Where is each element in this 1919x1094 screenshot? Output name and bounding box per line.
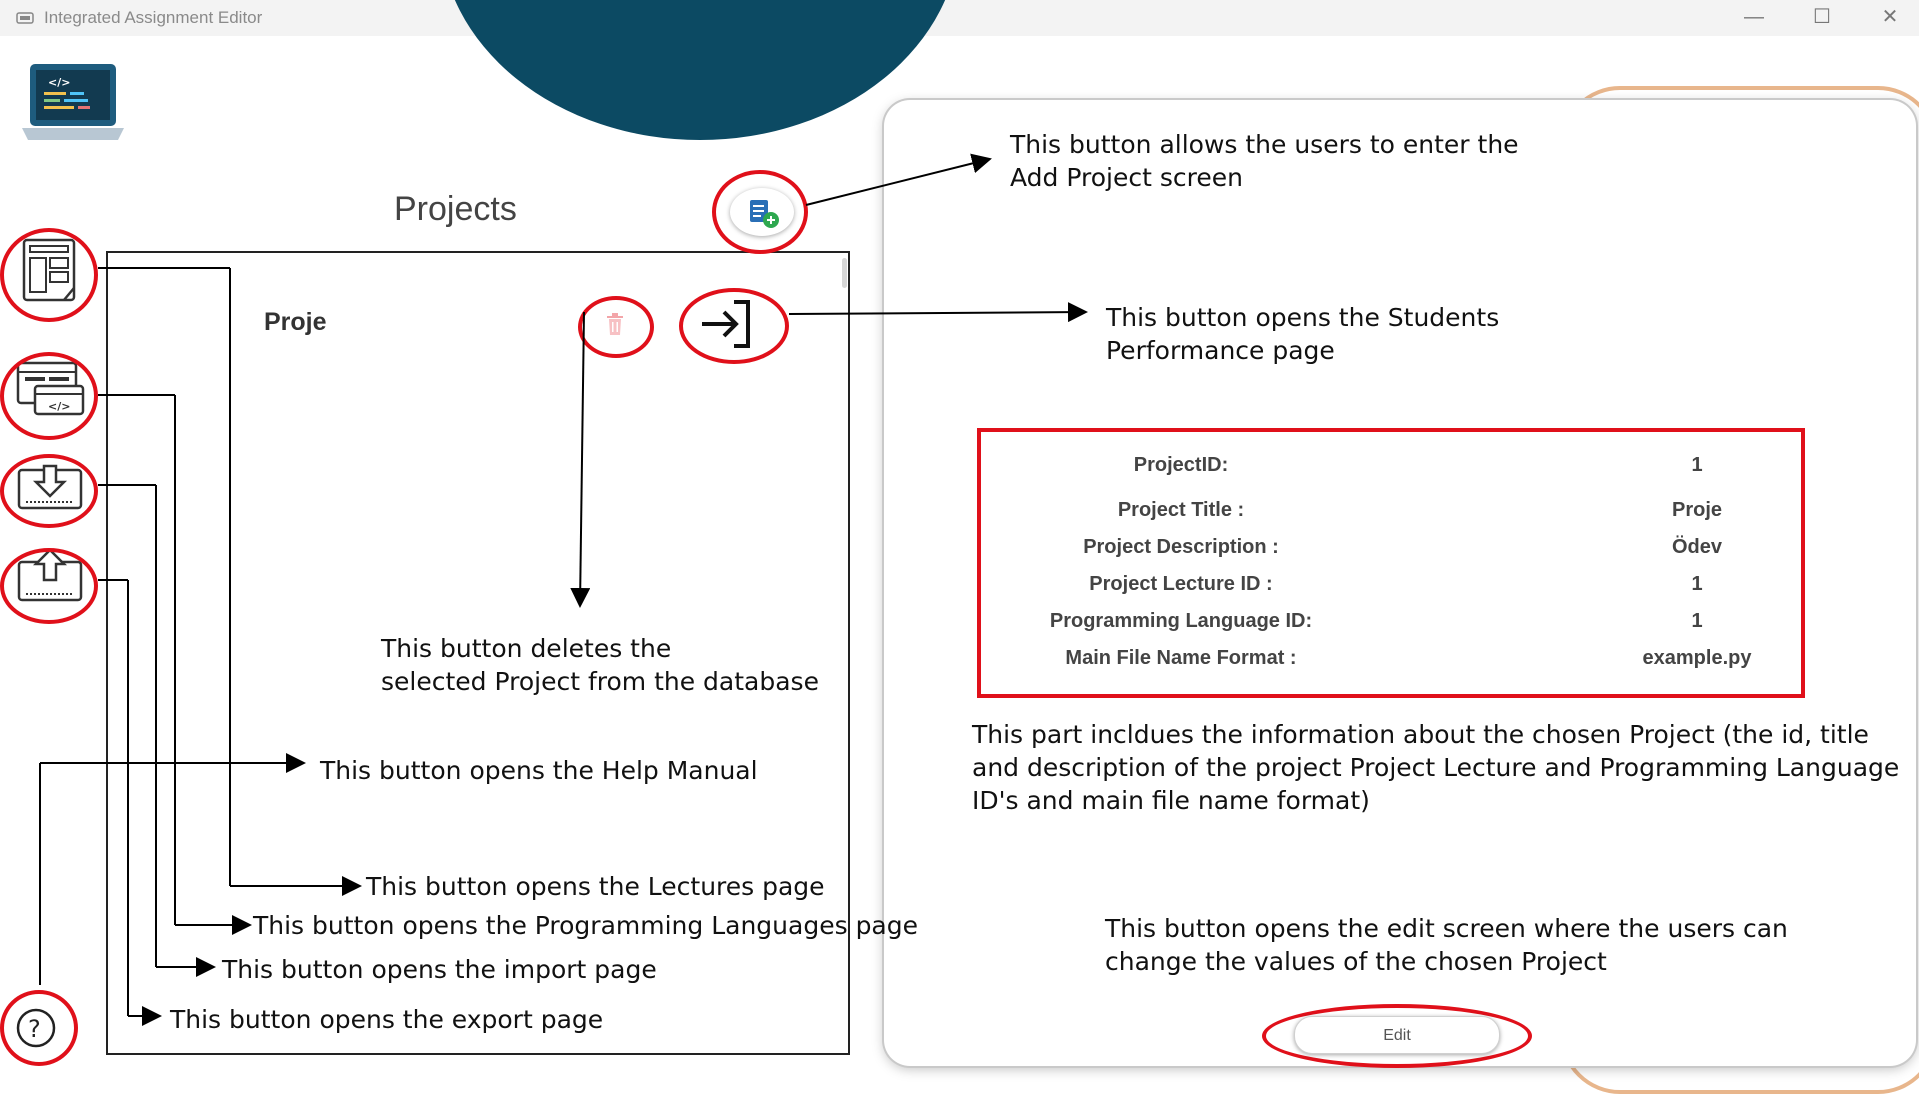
highlight-export — [0, 548, 98, 624]
info-label-project-id: ProjectID: — [1133, 454, 1229, 476]
annotation-export: This button opens the export page — [170, 1005, 604, 1034]
annotation-lectures: This button opens the Lectures page — [366, 872, 825, 901]
svg-text:</>: </> — [48, 76, 70, 89]
projects-title: Projects — [394, 190, 517, 228]
info-value-project-id: 1 — [1691, 454, 1703, 476]
annotation-students-line2: Performance page — [1106, 336, 1335, 365]
projects-scrollbar[interactable] — [842, 258, 847, 288]
header-decoration-circle — [440, 0, 960, 140]
app-logo-icon: </> — [22, 64, 124, 140]
highlight-add-project — [712, 170, 808, 254]
info-value-language-id: 1 — [1691, 610, 1703, 632]
info-label-lecture-id: Project Lecture ID : — [1089, 573, 1273, 595]
window-title: Integrated Assignment Editor — [44, 8, 263, 27]
info-value-description: Ödev — [1671, 536, 1723, 558]
info-label-language-id: Programming Language ID: — [1049, 610, 1313, 632]
title-bar — [0, 0, 1919, 36]
highlight-delete — [578, 296, 654, 358]
annotation-add-project-line1: This button allows the users to enter th… — [1010, 130, 1519, 159]
annotation-help: This button opens the Help Manual — [320, 756, 758, 785]
info-value-main-file: example.py — [1642, 647, 1752, 669]
annotation-info-line1: This part incldues the information about… — [972, 720, 1869, 749]
close-button[interactable]: ✕ — [1860, 2, 1919, 32]
highlight-import — [0, 454, 98, 528]
annotation-import: This button opens the import page — [222, 955, 657, 984]
annotation-add-project-line2: Add Project screen — [1010, 163, 1243, 192]
annotation-info-line3: ID's and main file name format) — [972, 786, 1370, 815]
project-item-name[interactable]: Proje — [264, 308, 327, 337]
edit-button[interactable]: Edit — [1294, 1016, 1500, 1054]
annotation-info-line2: and description of the project Project L… — [972, 753, 1900, 782]
info-value-lecture-id: 1 — [1691, 573, 1703, 595]
annotation-edit-line1: This button opens the edit screen where … — [1105, 914, 1788, 943]
annotation-languages: This button opens the Programming Langua… — [253, 911, 919, 940]
info-value-title: Proje — [1671, 499, 1723, 521]
annotation-edit-line2: change the values of the chosen Project — [1105, 947, 1607, 976]
highlight-lectures — [0, 228, 98, 322]
minimize-button[interactable]: — — [1724, 2, 1784, 32]
highlight-open — [679, 288, 789, 364]
maximize-button[interactable]: ☐ — [1792, 2, 1852, 32]
annotation-students-line1: This button opens the Students — [1106, 303, 1500, 332]
info-label-description: Project Description : — [1083, 536, 1279, 558]
info-label-title: Project Title : — [1117, 499, 1245, 521]
annotation-delete-line1: This button deletes the — [381, 634, 672, 663]
annotation-delete-line2: selected Project from the database — [381, 667, 819, 696]
app-window-icon — [16, 12, 34, 24]
highlight-help — [0, 990, 78, 1066]
highlight-languages — [0, 352, 98, 440]
info-label-main-file: Main File Name Format : — [1065, 647, 1297, 669]
